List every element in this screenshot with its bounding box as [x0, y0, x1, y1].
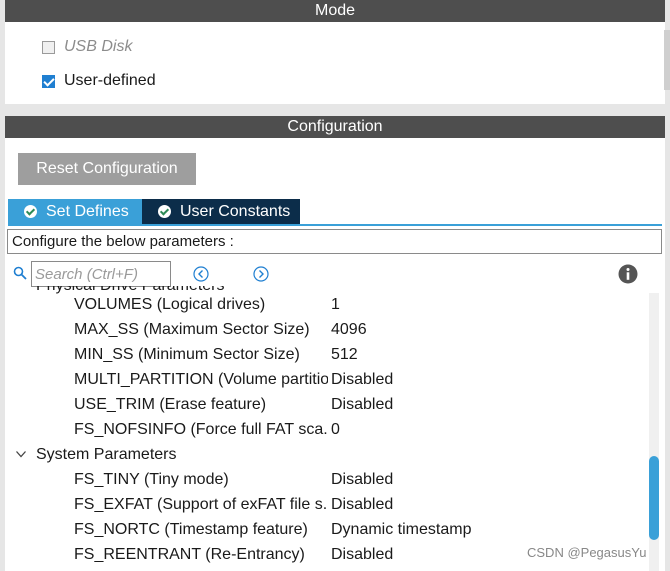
- reset-configuration-button[interactable]: Reset Configuration: [18, 153, 196, 185]
- param-value[interactable]: Disabled: [331, 546, 393, 564]
- param-name: FS_EXFAT (Support of exFAT file s..: [74, 495, 328, 513]
- param-name: FS_TINY (Tiny mode): [74, 470, 229, 488]
- table-row[interactable]: USE_TRIM (Erase feature) Disabled: [5, 392, 645, 417]
- user-defined-option[interactable]: User-defined: [42, 72, 156, 90]
- scrollbar-thumb[interactable]: [649, 456, 659, 540]
- mode-title: Mode: [314, 2, 356, 19]
- table-row[interactable]: MIN_SS (Minimum Sector Size) 512: [5, 342, 645, 367]
- configuration-panel: Reset Configuration Set Defines User Con…: [5, 138, 665, 571]
- param-value[interactable]: Disabled: [331, 396, 393, 414]
- param-value[interactable]: 512: [331, 346, 358, 364]
- table-row[interactable]: FS_EXFAT (Support of exFAT file s.. Disa…: [5, 492, 645, 517]
- param-value[interactable]: Disabled: [331, 496, 393, 514]
- mode-header: Mode: [5, 0, 665, 22]
- param-value[interactable]: Dynamic timestamp: [331, 521, 471, 539]
- search-input[interactable]: [31, 261, 171, 287]
- table-row[interactable]: FS_TINY (Tiny mode) Disabled: [5, 467, 645, 492]
- tab-set-defines[interactable]: Set Defines: [8, 199, 142, 224]
- check-circle-icon: [158, 205, 171, 218]
- param-value[interactable]: Disabled: [331, 471, 393, 489]
- search-icon: [13, 266, 27, 280]
- table-row[interactable]: FS_NOFSINFO (Force full FAT sca.. 0: [5, 417, 645, 442]
- user-defined-checkbox[interactable]: [42, 74, 55, 88]
- param-name: USE_TRIM (Erase feature): [74, 395, 267, 413]
- chevron-down-icon[interactable]: [15, 448, 27, 460]
- param-name: MAX_SS (Maximum Sector Size): [74, 320, 310, 338]
- tab-user-constants-label: User Constants: [180, 202, 291, 220]
- watermark: CSDN @PegasusYu: [527, 545, 647, 560]
- check-circle-icon: [24, 205, 37, 218]
- param-name: VOLUMES (Logical drives): [74, 295, 266, 313]
- configuration-title: Configuration: [287, 118, 383, 135]
- param-value[interactable]: Disabled: [331, 371, 393, 389]
- outer-scrollbar[interactable]: [664, 30, 670, 90]
- user-defined-label: User-defined: [64, 72, 156, 89]
- group-label: System Parameters: [36, 445, 177, 463]
- parameter-tree: Physical Drive Parameters VOLUMES (Logic…: [5, 286, 645, 571]
- param-name: MULTI_PARTITION (Volume partitio..: [74, 370, 328, 388]
- table-row[interactable]: VOLUMES (Logical drives) 1: [5, 292, 645, 317]
- table-row[interactable]: MULTI_PARTITION (Volume partitio.. Disab…: [5, 367, 645, 392]
- configure-description: Configure the below parameters :: [7, 229, 662, 254]
- previous-match-button[interactable]: [193, 266, 209, 282]
- param-name: MIN_SS (Minimum Sector Size): [74, 345, 300, 363]
- usb-disk-option: USB Disk: [42, 38, 132, 56]
- next-match-button[interactable]: [253, 266, 269, 282]
- param-value[interactable]: 0: [331, 421, 340, 439]
- tab-user-constants[interactable]: User Constants: [142, 199, 300, 224]
- group-system-parameters[interactable]: System Parameters: [5, 442, 645, 467]
- param-value[interactable]: 1: [331, 296, 340, 314]
- param-name: FS_NORTC (Timestamp feature): [74, 520, 308, 538]
- usb-disk-label: USB Disk: [64, 38, 133, 55]
- tab-underline: [8, 224, 662, 226]
- param-value[interactable]: 4096: [331, 321, 367, 339]
- param-name: FS_REENTRANT (Re-Entrancy): [74, 545, 305, 563]
- mode-panel: USB Disk User-defined: [5, 22, 665, 104]
- usb-disk-checkbox: [42, 40, 55, 54]
- table-row[interactable]: FS_NORTC (Timestamp feature) Dynamic tim…: [5, 517, 645, 542]
- table-row[interactable]: MAX_SS (Maximum Sector Size) 4096: [5, 317, 645, 342]
- param-name: FS_NOFSINFO (Force full FAT sca..: [74, 420, 328, 438]
- info-icon[interactable]: [618, 264, 638, 284]
- tab-set-defines-label: Set Defines: [46, 202, 129, 220]
- configuration-header: Configuration: [5, 116, 665, 138]
